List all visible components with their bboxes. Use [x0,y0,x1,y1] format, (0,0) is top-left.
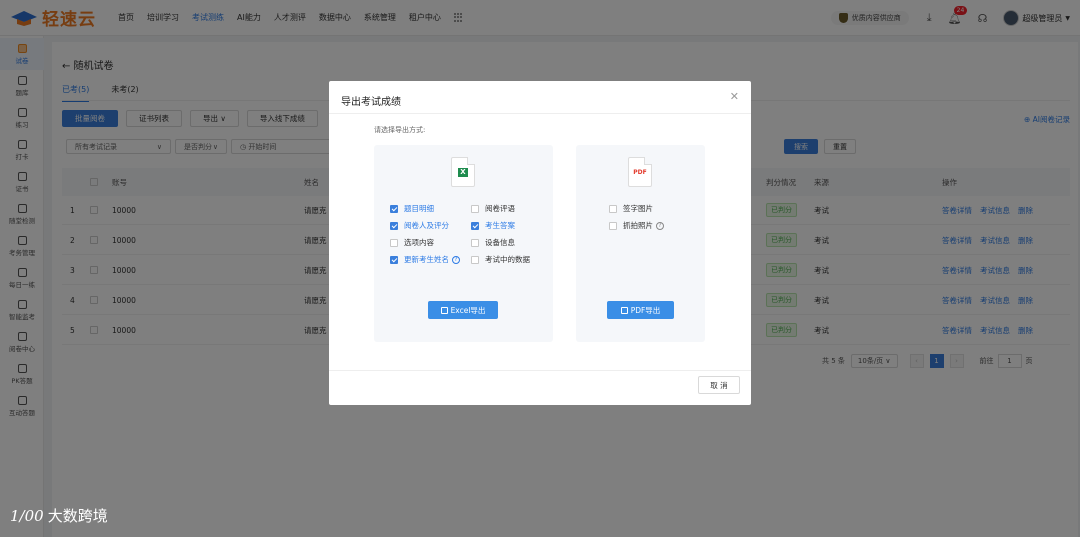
help-icon[interactable]: ? [452,255,460,264]
cancel-button[interactable]: 取 消 [698,376,740,394]
option-label: 更新考生姓名 [404,255,449,264]
excel-mark: X [458,167,468,177]
watermark: 1/00 大数跨境 [10,505,108,526]
pdf-mark: PDF [633,168,647,176]
export-option-3[interactable]: 考生答案 [471,220,515,231]
external-link-icon [620,306,628,314]
export-option-1[interactable]: 抓拍照片? [609,220,664,231]
option-checkbox[interactable] [390,255,398,264]
export-option-7[interactable]: 考试中的数据 [471,254,530,265]
option-label: 考试中的数据 [485,255,530,264]
export-option-0[interactable]: 题目明细 [390,203,434,214]
option-checkbox[interactable] [609,204,617,213]
option-label: 设备信息 [485,238,515,247]
option-label: 选项内容 [404,238,434,247]
export-option-4[interactable]: 选项内容 [390,237,434,248]
pdf-export-card: PDF 签字图片抓拍照片? PDF导出 [576,145,705,342]
excel-export-card: X 题目明细 阅卷评语阅卷人及评分 考生答案选项内容 设备信息更新考生姓名? 考试中的数… [374,145,553,342]
option-checkbox[interactable] [471,238,479,247]
export-option-6[interactable]: 更新考生姓名? [390,254,460,265]
option-label: 题目明细 [404,204,434,213]
option-label: 考生答案 [485,221,515,230]
option-checkbox[interactable] [390,221,398,230]
dialog-header-divider [329,113,751,114]
option-checkbox[interactable] [471,221,479,230]
option-label: 抓拍照片 [623,221,653,230]
watermark-text: 大数跨境 [47,507,108,525]
excel-export-label: Excel导出 [450,305,486,315]
external-link-icon [440,306,448,314]
option-label: 签字图片 [623,204,653,213]
option-label: 阅卷人及评分 [404,221,449,230]
excel-file-icon: X [451,157,475,187]
pdf-export-label: PDF导出 [630,305,661,315]
pdf-file-icon: PDF [628,157,652,187]
watermark-logo: 1/00 [10,506,44,525]
close-icon[interactable]: ✕ [730,90,739,103]
export-option-0[interactable]: 签字图片 [609,203,653,214]
option-checkbox[interactable] [390,238,398,247]
dialog-title: 导出考试成绩 [341,97,401,108]
option-checkbox[interactable] [609,221,617,230]
export-scores-dialog: 导出考试成绩 ✕ 请选择导出方式: X 题目明细 阅卷评语阅卷人及评分 考生答案选项… [329,81,751,405]
export-hint: 请选择导出方式: [374,126,426,134]
excel-export-button[interactable]: Excel导出 [428,301,498,319]
option-checkbox[interactable] [471,255,479,264]
help-icon[interactable]: ? [656,221,664,230]
option-checkbox[interactable] [471,204,479,213]
option-label: 阅卷评语 [485,204,515,213]
option-checkbox[interactable] [390,204,398,213]
export-option-1[interactable]: 阅卷评语 [471,203,515,214]
export-option-2[interactable]: 阅卷人及评分 [390,220,449,231]
export-option-5[interactable]: 设备信息 [471,237,515,248]
pdf-export-button[interactable]: PDF导出 [607,301,674,319]
dialog-footer-divider [329,370,751,371]
